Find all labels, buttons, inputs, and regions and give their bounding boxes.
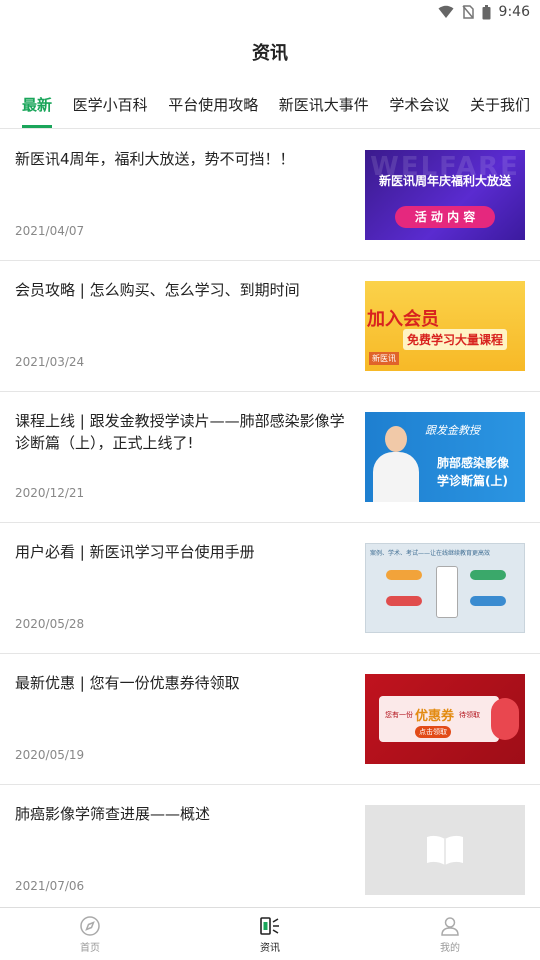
thumb-text: 免费学习大量课程 bbox=[403, 329, 508, 350]
article-date: 2021/04/07 bbox=[15, 224, 85, 238]
thumb-text: 您有一份 bbox=[385, 711, 413, 719]
article-date: 2020/05/19 bbox=[15, 748, 85, 762]
article-title: 最新优惠 | 您有一份优惠券待领取 bbox=[15, 674, 240, 692]
doctor-portrait bbox=[373, 422, 419, 502]
nav-news[interactable]: 资讯 bbox=[180, 908, 360, 960]
nav-home-label: 首页 bbox=[80, 942, 100, 954]
article-thumbnail[interactable] bbox=[365, 805, 525, 895]
thumb-text: 案例、学术、考试——让在线继续教育更高效 bbox=[370, 550, 491, 557]
wifi-icon bbox=[438, 5, 454, 18]
thumb-text: 点击领取 bbox=[415, 726, 451, 738]
article-item[interactable]: 课程上线 | 跟发金教授学读片——肺部感染影像学诊断篇（上），正式上线了! 20… bbox=[0, 392, 540, 523]
thumb-text: 新医讯 bbox=[369, 352, 399, 365]
nav-mine-label: 我的 bbox=[440, 942, 460, 954]
article-item[interactable]: 新医讯4周年，福利大放送，势不可挡！！ 2021/04/07 WELFARE 新… bbox=[0, 130, 540, 261]
article-date: 2021/03/24 bbox=[15, 355, 85, 369]
tab-medical-encyclopedia[interactable]: 医学小百科 bbox=[73, 80, 148, 128]
thumb-text: 活 动 内 容 bbox=[395, 206, 495, 228]
nav-mine[interactable]: 我的 bbox=[360, 908, 540, 960]
thumb-text: 加入会员 bbox=[367, 309, 439, 330]
coupon-round-icon bbox=[491, 698, 519, 740]
tab-platform-guide[interactable]: 平台使用攻略 bbox=[168, 80, 258, 128]
article-title: 课程上线 | 跟发金教授学读片——肺部感染影像学诊断篇（上），正式上线了! bbox=[15, 412, 345, 452]
tab-latest[interactable]: 最新 bbox=[22, 80, 53, 128]
news-speaker-icon bbox=[260, 916, 279, 935]
thumb-text: 待领取 bbox=[459, 711, 480, 719]
thumb-text: 新医讯周年庆福利大放送 bbox=[378, 174, 511, 188]
thumb-text: 优惠券 bbox=[415, 709, 455, 724]
page-title: 资讯 bbox=[252, 43, 288, 64]
thumb-text: 肺部感染影像 bbox=[437, 456, 510, 470]
article-title: 肺癌影像学筛查进展——概述 bbox=[15, 805, 211, 823]
book-icon bbox=[427, 835, 463, 865]
thumb-text: 跟发金教授 bbox=[425, 424, 480, 437]
no-sim-icon bbox=[461, 5, 474, 19]
article-title: 用户必看 | 新医讯学习平台使用手册 bbox=[15, 543, 255, 561]
tab-about-us[interactable]: 关于我们 bbox=[470, 80, 530, 128]
article-thumbnail[interactable]: 跟发金教授 肺部感染影像 学诊断篇(上) bbox=[365, 412, 525, 502]
battery-icon bbox=[482, 4, 491, 19]
article-title: 会员攻略 | 怎么购买、怎么学习、到期时间 bbox=[15, 281, 300, 299]
article-thumbnail[interactable]: 加入会员 免费学习大量课程 新医讯 bbox=[365, 281, 525, 371]
nav-home[interactable]: 首页 bbox=[0, 908, 180, 960]
article-date: 2020/12/21 bbox=[15, 486, 85, 500]
tab-academic-conferences[interactable]: 学术会议 bbox=[389, 80, 449, 128]
status-bar: 9:46 bbox=[0, 0, 540, 24]
bottom-nav: 首页 资讯 我的 bbox=[0, 907, 540, 960]
nav-news-label: 资讯 bbox=[260, 942, 280, 954]
article-thumbnail[interactable]: WELFARE 新医讯周年庆福利大放送 活 动 内 容 bbox=[365, 150, 525, 240]
tab-major-events[interactable]: 新医讯大事件 bbox=[279, 80, 369, 128]
article-date: 2020/05/28 bbox=[15, 617, 85, 631]
thumb-diagram bbox=[386, 566, 506, 622]
category-tabs: 最新 医学小百科 平台使用攻略 新医讯大事件 学术会议 关于我们 bbox=[0, 80, 540, 129]
article-date: 2021/07/06 bbox=[15, 879, 85, 893]
article-item[interactable]: 肺癌影像学筛查进展——概述 2021/07/06 bbox=[0, 785, 540, 916]
article-item[interactable]: 会员攻略 | 怎么购买、怎么学习、到期时间 2021/03/24 加入会员 免费… bbox=[0, 261, 540, 392]
article-item[interactable]: 最新优惠 | 您有一份优惠券待领取 2020/05/19 您有一份 优惠券 待领… bbox=[0, 654, 540, 785]
user-icon bbox=[441, 916, 459, 936]
article-item[interactable]: 用户必看 | 新医讯学习平台使用手册 2020/05/28 案例、学术、考试——… bbox=[0, 523, 540, 654]
thumb-text: 学诊断篇(上) bbox=[437, 474, 508, 488]
article-thumbnail[interactable]: 您有一份 优惠券 待领取 点击领取 bbox=[365, 674, 525, 764]
article-list: 新医讯4周年，福利大放送，势不可挡！！ 2021/04/07 WELFARE 新… bbox=[0, 130, 540, 916]
article-thumbnail[interactable]: 案例、学术、考试——让在线继续教育更高效 bbox=[365, 543, 525, 633]
article-title: 新医讯4周年，福利大放送，势不可挡！！ bbox=[15, 150, 295, 168]
compass-icon bbox=[80, 915, 100, 936]
status-time: 9:46 bbox=[498, 4, 530, 20]
